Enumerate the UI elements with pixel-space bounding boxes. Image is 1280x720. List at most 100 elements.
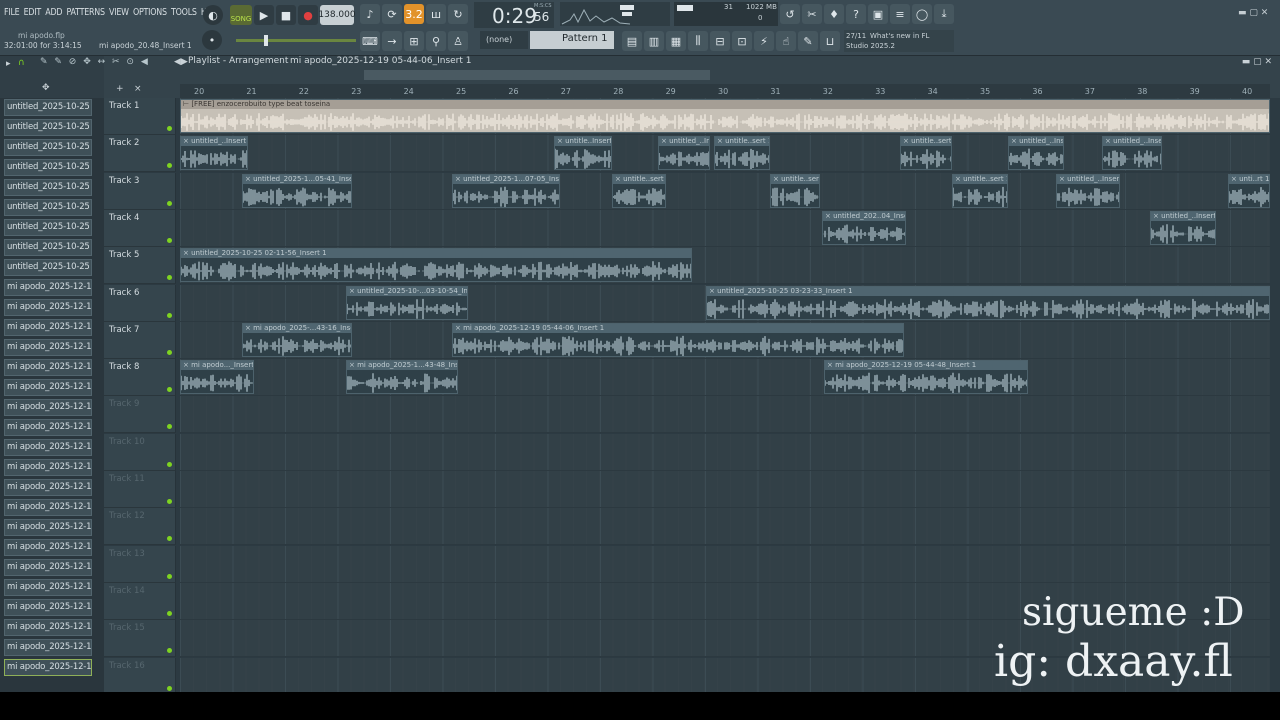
- browser-item[interactable]: untitled_2025-10-25 03-...: [4, 179, 92, 196]
- browser-item[interactable]: mi apodo_2025-12-17 1...: [4, 339, 92, 356]
- overview-scrollbar[interactable]: [364, 70, 710, 80]
- browser-item[interactable]: untitled_2025-10-25 03-...: [4, 139, 92, 156]
- track-lane[interactable]: × untitled_202..04_Insert 1 × untitled_..…: [180, 209, 1270, 247]
- track-mute-led[interactable]: [167, 424, 172, 430]
- track-mute-led[interactable]: [167, 349, 172, 355]
- menu-options[interactable]: OPTIONS: [133, 7, 167, 18]
- track-header[interactable]: Track 11: [104, 471, 176, 508]
- pattern-selector[interactable]: Pattern 1: [530, 31, 614, 49]
- browser-item[interactable]: untitled_2025-10-25 03-...: [4, 159, 92, 176]
- track-lane[interactable]: [180, 471, 1270, 508]
- track-header[interactable]: Track 6: [104, 284, 176, 322]
- browser-item[interactable]: untitled_2025-10-25 03-...: [4, 199, 92, 216]
- track-header[interactable]: Track 15: [104, 620, 176, 658]
- browser-item[interactable]: mi apodo_2025-12-19 0...: [4, 639, 92, 656]
- browser-item[interactable]: mi apodo_2025-12-17 1...: [4, 399, 92, 416]
- menu-edit[interactable]: EDIT: [24, 7, 42, 18]
- piano-roll-icon[interactable]: ▥: [644, 31, 664, 51]
- audio-clip[interactable]: × untitle..Insert 1: [554, 136, 612, 171]
- wand-icon[interactable]: ✎: [798, 31, 818, 51]
- track-mute-led[interactable]: [167, 237, 172, 243]
- menu-patterns[interactable]: PATTERNS: [66, 7, 105, 18]
- track-header[interactable]: Track 12: [104, 508, 176, 546]
- piano-icon[interactable]: ⌨: [360, 31, 380, 51]
- track-lane[interactable]: × untitled_2025-10-...03-10-54_Insert 1 ×…: [180, 284, 1270, 322]
- track-lane[interactable]: × untitled_2025-10-25 02-11-56_Insert 1: [180, 247, 1270, 285]
- browser-item[interactable]: mi apodo_2025-12-17 1...: [4, 559, 92, 576]
- mixer-icon[interactable]: ≡: [890, 4, 910, 24]
- audio-clip[interactable]: × mi apodo_2025-12-19 05-44-48_Insert 1: [824, 360, 1028, 395]
- track-header[interactable]: Track 14: [104, 582, 176, 620]
- magnet-icon[interactable]: ∩: [18, 58, 25, 68]
- playlist-window-controls[interactable]: ▬ ▢ ✕: [1242, 57, 1272, 67]
- playlist-icon[interactable]: ▤: [622, 31, 642, 51]
- browser-item[interactable]: untitled_2025-10-25 03-...: [4, 259, 92, 276]
- browser-item[interactable]: mi apodo_2025-12-17 1...: [4, 459, 92, 476]
- track-mute-led[interactable]: [167, 312, 172, 318]
- browser-item[interactable]: mi apodo_2025-12-19 0...: [4, 619, 92, 636]
- track-header[interactable]: Track 8: [104, 359, 176, 397]
- audio-clip[interactable]: × mi apodo_2025-...43-16_Insert 1: [242, 322, 352, 357]
- browser-item[interactable]: mi apodo_2025-12-17 1...: [4, 479, 92, 496]
- track-mute-led[interactable]: [167, 573, 172, 579]
- audio-clip[interactable]: × mi apodo_2025-1...43-48_Insert 1: [346, 360, 458, 395]
- menu-view[interactable]: VIEW: [109, 7, 129, 18]
- browser-tabs-icon[interactable]: ✥: [42, 83, 50, 93]
- stamp-icon[interactable]: ♙: [448, 31, 468, 51]
- track-mute-led[interactable]: [167, 610, 172, 616]
- time-display[interactable]: 0:29 56 M:S:CS: [474, 2, 554, 28]
- track-header[interactable]: Track 16: [104, 657, 176, 692]
- audio-clip[interactable]: × untitled_2025-1...05-41_Insert 1: [242, 173, 352, 208]
- wait-input-icon[interactable]: ⟳: [382, 4, 402, 24]
- track-mute-led[interactable]: [167, 499, 172, 504]
- audio-clip[interactable]: × untitled_..Insert 1: [1102, 136, 1162, 171]
- close-icon[interactable]: ×: [134, 84, 142, 94]
- cut-icon[interactable]: ✂: [802, 4, 822, 24]
- browser-item[interactable]: mi apodo_2025-12-17 1...: [4, 419, 92, 436]
- track-lane[interactable]: [180, 545, 1270, 583]
- audio-clip[interactable]: × untitled_..Insert 1: [180, 136, 248, 171]
- track-lane[interactable]: × untitled_..Insert 1 × untitle..Insert 1…: [180, 135, 1270, 173]
- audio-clip[interactable]: × untitle..sert 1: [714, 136, 770, 171]
- master-pitch-knob[interactable]: •: [202, 30, 222, 50]
- track-lane[interactable]: [180, 396, 1270, 434]
- track-header[interactable]: Track 9: [104, 396, 176, 434]
- toolbar-tools[interactable]: ✎ ✎ ⊘ ✥ ↔ ✂ ⊙ ◀: [40, 57, 150, 67]
- record-icon[interactable]: ●: [298, 5, 318, 25]
- step-icon[interactable]: ⊞: [404, 31, 424, 51]
- cart-icon[interactable]: ⊔: [820, 31, 840, 51]
- track-mute-led[interactable]: [167, 685, 172, 691]
- browser-item[interactable]: mi apodo_2025-12-17 1...: [4, 319, 92, 336]
- song-mode-toggle[interactable]: SONG: [230, 5, 252, 25]
- track-mute-led[interactable]: [167, 536, 172, 542]
- browser-item[interactable]: untitled_2025-10-25 03-...: [4, 239, 92, 256]
- chat-icon[interactable]: ◯: [912, 4, 932, 24]
- browser-item[interactable]: mi apodo_2025-12-17 1...: [4, 539, 92, 556]
- track-header[interactable]: Track 3: [104, 172, 176, 210]
- browser-icon[interactable]: ⊟: [710, 31, 730, 51]
- browser-item[interactable]: mi apodo_2025-12-17 1...: [4, 299, 92, 316]
- browser-item[interactable]: untitled_2025-10-25 03-...: [4, 119, 92, 136]
- track-mute-led[interactable]: [167, 275, 172, 281]
- track-lane[interactable]: [180, 508, 1270, 546]
- news-panel[interactable]: 27/11 What's new in FL Studio 2025.2: [844, 30, 954, 52]
- browser-item[interactable]: mi apodo_2025-12-19 0...: [4, 599, 92, 616]
- track-header[interactable]: Track 13: [104, 545, 176, 583]
- track-header[interactable]: Track 4: [104, 209, 176, 247]
- audio-clip[interactable]: × untitle..sert 1: [900, 136, 952, 171]
- stop-icon[interactable]: ■: [276, 5, 296, 25]
- browser-arrow-icon[interactable]: ▸: [6, 59, 11, 69]
- play-icon[interactable]: ▶: [254, 5, 274, 25]
- arrow-icon[interactable]: →: [382, 31, 402, 51]
- touch-icon[interactable]: ☝: [776, 31, 796, 51]
- audio-clip[interactable]: × untitled_2025-10-25 02-11-56_Insert 1: [180, 248, 692, 283]
- add-track-icon[interactable]: +: [116, 84, 124, 94]
- master-volume-slider[interactable]: [236, 35, 356, 46]
- browser-item[interactable]: mi apodo_2025-12-17 1...: [4, 579, 92, 596]
- metronome-icon[interactable]: ♪: [360, 4, 380, 24]
- track-header[interactable]: Track 2: [104, 135, 176, 173]
- audio-clip[interactable]: × untitled_2025-10-...03-10-54_Insert 1: [346, 285, 468, 320]
- undo-icon[interactable]: ↺: [780, 4, 800, 24]
- audio-clip[interactable]: × untitled_..Insert 1: [1056, 173, 1120, 208]
- audio-clip[interactable]: × untitled_2025-1...07-05_Insert 1: [452, 173, 560, 208]
